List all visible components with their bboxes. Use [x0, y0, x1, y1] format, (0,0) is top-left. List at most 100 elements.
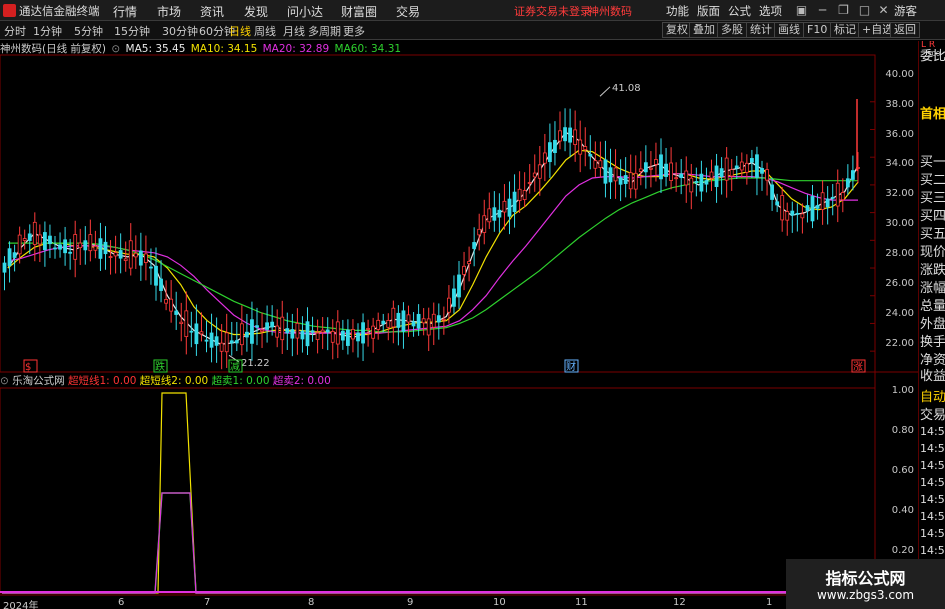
- chaomai2-legend: 超卖2: 0.00: [272, 375, 331, 387]
- back-button[interactable]: 返回: [890, 22, 920, 38]
- high-pointer: [599, 86, 611, 97]
- candle-body: [507, 198, 512, 217]
- period-30min[interactable]: 30分钟: [162, 23, 198, 39]
- menu-wenxiaoda[interactable]: 问小达: [287, 3, 323, 20]
- candle-body: [830, 196, 835, 199]
- candle-body: [810, 196, 815, 222]
- candle-body: [128, 240, 133, 269]
- quote-side-panel: L R 500 委比 首相 买一 买二 买三 买四 买五 现价 涨跌 涨幅 总量…: [918, 41, 945, 609]
- candle-body: [689, 177, 694, 193]
- menu-gongshi[interactable]: 公式: [728, 3, 751, 19]
- period-weekly[interactable]: 周线: [254, 23, 276, 39]
- candle-body: [593, 160, 598, 169]
- period-1min[interactable]: 1分钟: [33, 23, 62, 39]
- candle-body: [840, 192, 845, 201]
- menu-banmian[interactable]: 版面: [697, 3, 720, 19]
- price-tick: 30.00: [885, 218, 914, 229]
- indicator-settings-icon[interactable]: ⊙: [0, 375, 9, 387]
- candle-body: [184, 310, 189, 338]
- candle-body: [744, 162, 749, 173]
- candle-body: [785, 211, 790, 221]
- current-stock-name: 神州数码: [588, 5, 632, 18]
- menu-faxian[interactable]: 发现: [244, 3, 268, 20]
- candle-body: [542, 152, 547, 164]
- candle-body: [224, 332, 229, 353]
- candle-body: [22, 238, 27, 241]
- diejia-button[interactable]: 叠加: [689, 22, 719, 38]
- candle-body: [229, 340, 234, 344]
- menu-shichang[interactable]: 市场: [157, 3, 181, 20]
- biaoji-button[interactable]: 标记: [830, 22, 860, 38]
- close-icon[interactable]: ✕: [876, 3, 891, 18]
- period-5min[interactable]: 5分钟: [74, 23, 103, 39]
- duogu-button[interactable]: 多股: [717, 22, 747, 38]
- login-warning[interactable]: 证券交易未登录: [514, 3, 591, 19]
- menu-hangqing[interactable]: 行情: [113, 3, 137, 20]
- candle-body: [633, 172, 638, 190]
- minimize-icon[interactable]: ─: [815, 3, 830, 18]
- period-15min[interactable]: 15分钟: [114, 23, 150, 39]
- period-more[interactable]: 更多: [343, 23, 365, 39]
- stock-title: 神州数码(日线 前复权): [0, 43, 107, 55]
- quote-label: 涨幅: [920, 281, 945, 296]
- candle-body: [386, 319, 391, 328]
- indicator-tick: 0.60: [891, 465, 914, 476]
- price-tick: 26.00: [885, 278, 914, 289]
- high-label: 41.08: [612, 83, 641, 94]
- menu-zixun[interactable]: 资讯: [200, 3, 224, 20]
- candle-body: [502, 200, 507, 213]
- settings-icon[interactable]: ⊙: [111, 43, 120, 55]
- candle-body: [325, 329, 330, 333]
- event-marker-label: $: [25, 362, 31, 373]
- time-tick: 6: [118, 597, 125, 608]
- candle-body: [406, 314, 411, 323]
- f10-button[interactable]: F10: [803, 22, 832, 38]
- tick-time: 14:56: [920, 493, 945, 506]
- chaomai1-legend: 超卖1: 0.00: [211, 375, 270, 387]
- huaxian-button[interactable]: 画线: [774, 22, 804, 38]
- candle-body: [113, 252, 118, 257]
- ma20-legend: MA20: 32.89: [262, 43, 330, 55]
- candle-body: [103, 241, 108, 255]
- candle-body: [320, 329, 325, 333]
- fuquan-button[interactable]: 复权: [662, 22, 692, 38]
- candle-body: [734, 165, 739, 169]
- candle-body: [189, 330, 194, 333]
- period-fenshi[interactable]: 分时: [4, 23, 26, 39]
- period-multi[interactable]: 多周期: [308, 23, 341, 39]
- price-tick: 34.00: [885, 158, 914, 169]
- restore-icon[interactable]: ❐: [836, 3, 851, 18]
- tongji-button[interactable]: 统计: [746, 22, 776, 38]
- candle-body: [361, 322, 365, 344]
- maximize-icon[interactable]: □: [857, 3, 872, 18]
- candle-body: [522, 190, 527, 200]
- candle-body: [845, 178, 850, 188]
- candle-body: [532, 172, 537, 178]
- candle-body: [239, 323, 244, 346]
- chart-canvas[interactable]: 41.08 21.22 $ 跌 减 财 涨: [0, 40, 918, 609]
- skin-icon[interactable]: ▣: [794, 3, 809, 18]
- candle-body: [659, 154, 663, 180]
- trade-label[interactable]: 交易: [920, 404, 945, 423]
- chaoduanxian1-legend: 超短线1: 0.00: [68, 375, 137, 387]
- auto-label[interactable]: 自动: [920, 386, 945, 405]
- period-monthly[interactable]: 月线: [283, 23, 305, 39]
- menu-gongneng[interactable]: 功能: [666, 3, 689, 19]
- candle-body: [351, 328, 355, 340]
- quote-label: 买五: [920, 227, 945, 242]
- candle-body: [310, 330, 315, 333]
- menu-jiaoyi[interactable]: 交易: [396, 3, 420, 20]
- quote-label: 涨跌: [920, 263, 945, 278]
- period-daily[interactable]: 日线: [229, 23, 251, 39]
- time-tick: 12: [673, 597, 686, 608]
- candle-body: [376, 319, 381, 330]
- candle-body: [654, 159, 658, 165]
- candle-body: [401, 310, 406, 332]
- candle-body: [63, 239, 67, 254]
- candle-body: [436, 315, 441, 323]
- guest-label[interactable]: 游客: [894, 3, 917, 19]
- menu-xuanxiang[interactable]: 选项: [759, 3, 782, 19]
- menu-caifuquan[interactable]: 财富圈: [341, 3, 377, 20]
- candle-body: [431, 313, 436, 328]
- candle-body: [290, 329, 295, 339]
